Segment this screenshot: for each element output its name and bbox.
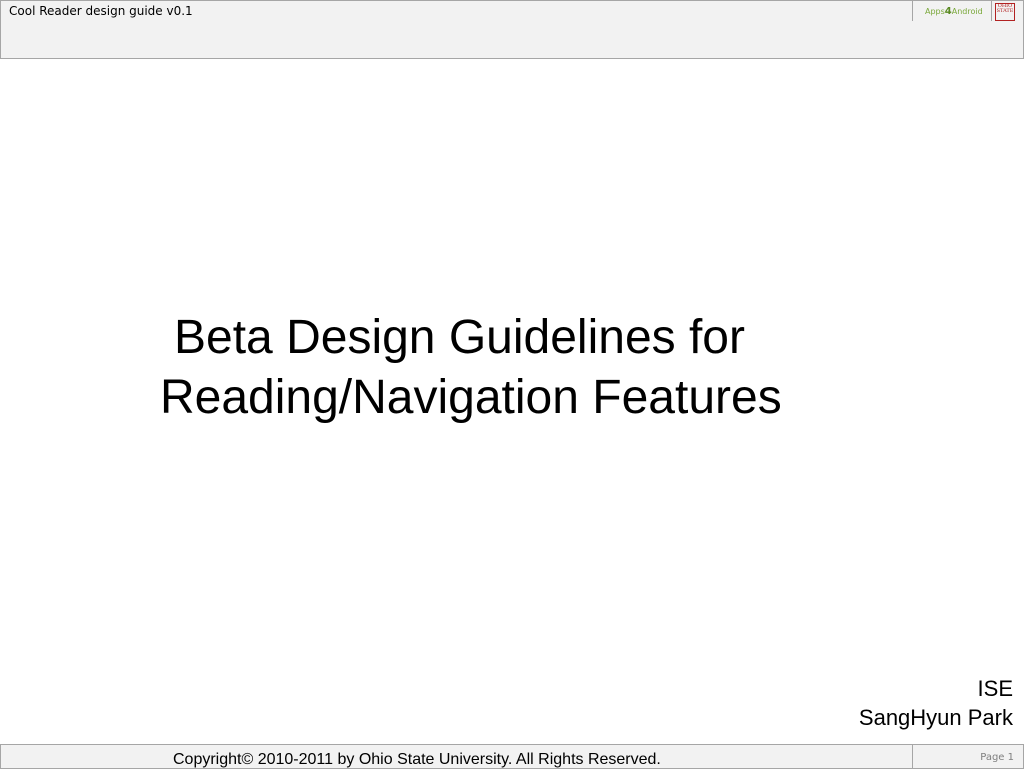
copyright-notice: Copyright© 2010-2011 by Ohio State Unive…: [173, 751, 661, 768]
slide-title-line1: Beta Design Guidelines for: [174, 311, 745, 364]
page-number: Page 1: [980, 752, 1014, 763]
header-bar: Cool Reader design guide v0.1 Apps4Andro…: [0, 0, 1024, 23]
department-label: ISE: [977, 676, 1013, 701]
apps4android-logo: Apps4Android: [912, 1, 992, 22]
slide-title-line2: Reading/Navigation Features: [160, 371, 782, 424]
footer-bar: Copyright© 2010-2011 by Ohio State Unive…: [0, 744, 1024, 769]
logo-text: Apps4Android: [925, 6, 983, 17]
author-block: ISE SangHyun Park: [859, 674, 1013, 732]
document-title: Cool Reader design guide v0.1: [9, 4, 193, 18]
slide-title: Beta Design Guidelines for Reading/Navig…: [160, 308, 920, 428]
page-number-cell: Page 1: [912, 745, 1024, 768]
ohio-state-logo: OHIO STATE: [991, 1, 1024, 22]
ohio-state-seal: OHIO STATE: [995, 3, 1015, 21]
header-subbar: [0, 21, 1024, 59]
author-name: SangHyun Park: [858, 705, 1013, 730]
